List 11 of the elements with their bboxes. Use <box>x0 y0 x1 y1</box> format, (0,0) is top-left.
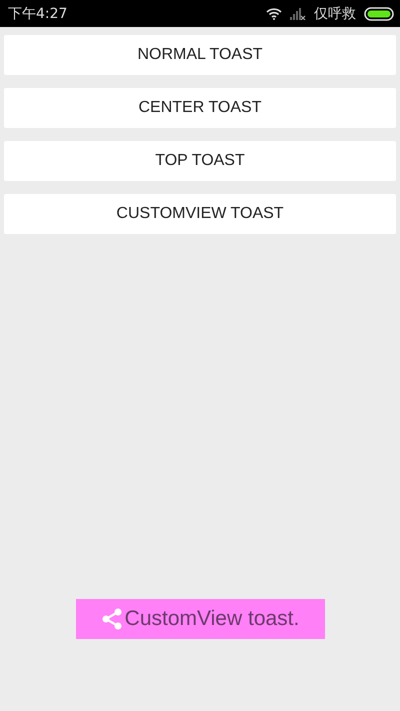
carrier-label: 仅呼救 <box>314 4 356 22</box>
battery-icon <box>364 6 394 20</box>
share-icon <box>100 608 123 630</box>
wifi-icon <box>266 7 282 20</box>
signal-icon <box>290 7 306 20</box>
toast-button[interactable]: CENTER TOAST <box>4 88 396 128</box>
status-time: 下午4:27 <box>8 4 68 22</box>
toast-button[interactable]: TOP TOAST <box>4 141 396 181</box>
toast-text: CustomView toast. <box>124 607 300 631</box>
toast-button[interactable]: NORMAL TOAST <box>4 35 396 75</box>
toast-button[interactable]: CUSTOMVIEW TOAST <box>4 194 396 234</box>
